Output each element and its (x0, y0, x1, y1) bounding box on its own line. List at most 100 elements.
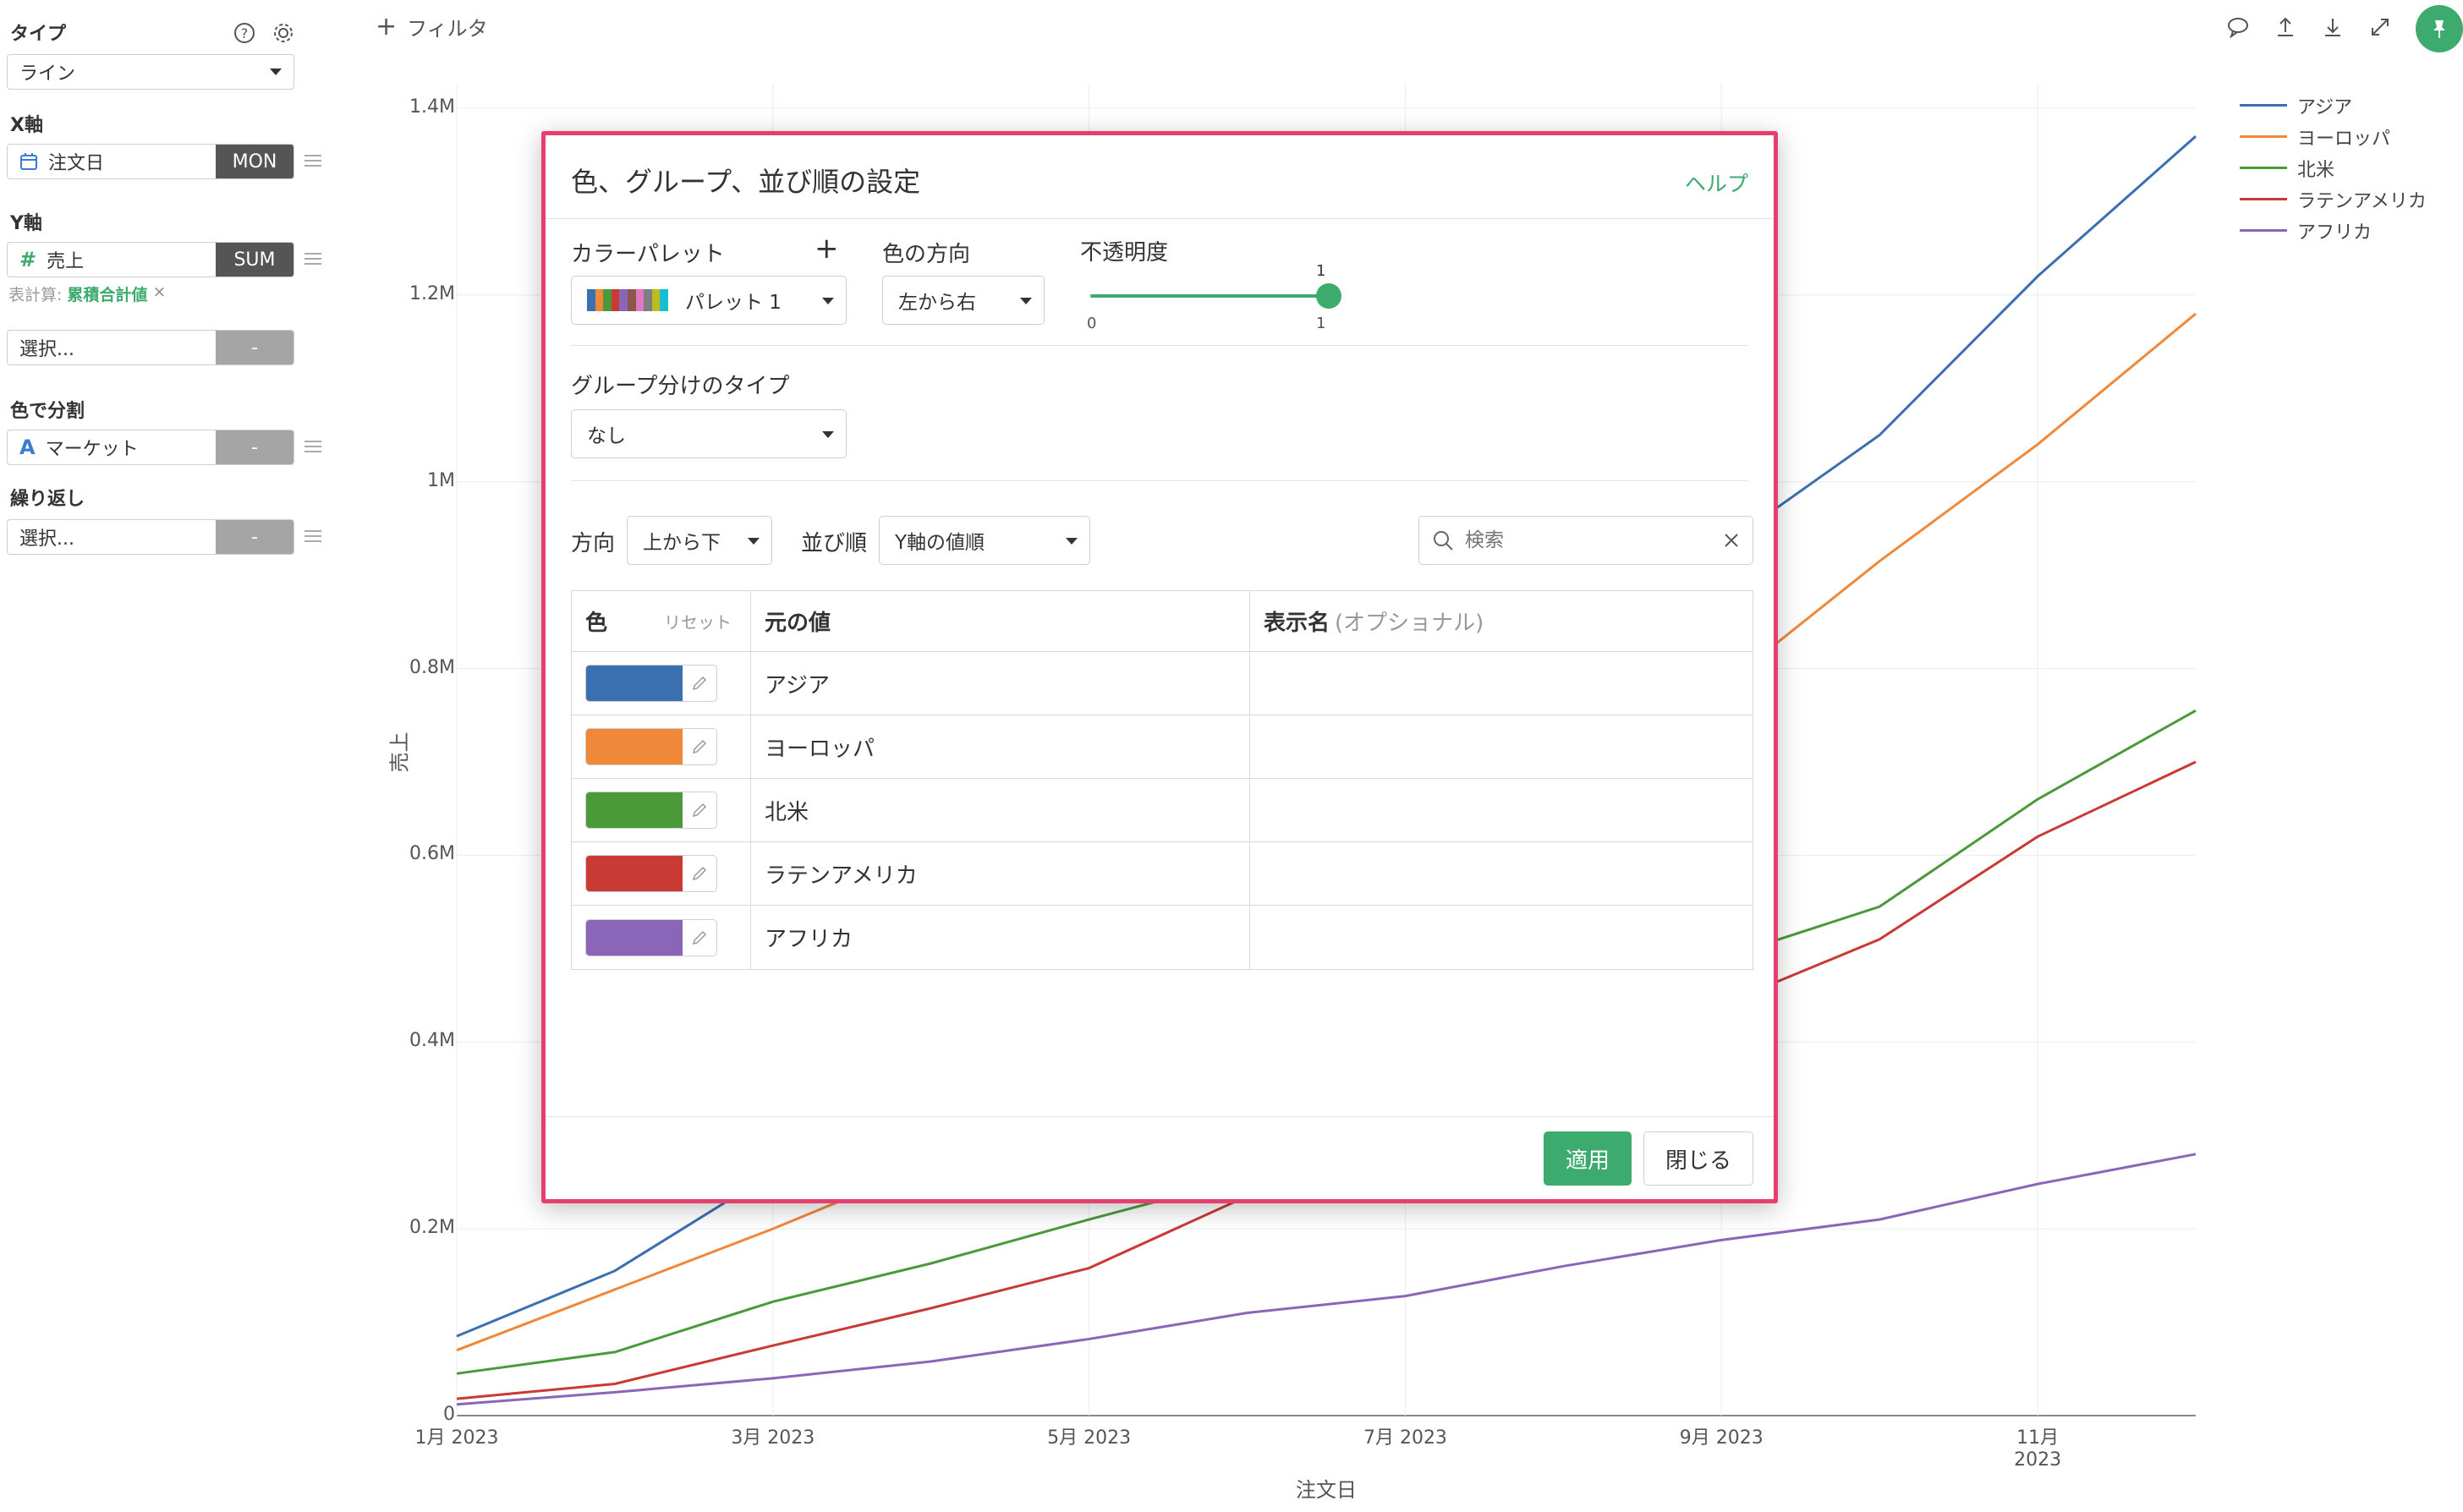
display-name-cell[interactable] (1250, 715, 1753, 778)
add-palette-button[interactable]: + (815, 232, 839, 266)
color-swatch-button[interactable] (585, 792, 717, 829)
color-swatch-button[interactable] (585, 728, 717, 765)
palette-strip-color (651, 289, 661, 311)
palette-strip-color (644, 289, 652, 311)
original-value: アジア (751, 652, 1250, 715)
legend-swatch (2240, 229, 2287, 232)
original-value: ラテンアメリカ (751, 842, 1250, 905)
y-tick-label: 0.2M (409, 1217, 455, 1239)
legend-swatch (2240, 104, 2287, 107)
palette-select[interactable]: パレット 1 (571, 276, 847, 325)
palette-label: カラーパレット (571, 242, 725, 267)
palette-strip (587, 289, 668, 311)
chart-legend: アジアヨーロッパ北米ラテンアメリカ アフリカ (2240, 90, 2427, 246)
original-value: 北米 (751, 779, 1250, 841)
group-type-value: なし (587, 425, 626, 447)
palette-strip-color (603, 289, 612, 311)
chevron-down-icon (1066, 538, 1078, 545)
legend-item[interactable]: ヨーロッパ (2240, 121, 2427, 152)
table-header: 色 リセット 元の値 表示名 (オプショナル) (572, 591, 1753, 652)
color-swatch-button[interactable] (585, 665, 717, 702)
x-tick-label: 9月 2023 (1679, 1427, 1764, 1449)
color-direction-select[interactable]: 左から右 (882, 276, 1045, 325)
legend-item[interactable]: 北米 (2240, 152, 2427, 184)
palette-strip-color (611, 289, 620, 311)
x-tick-label: 7月 2023 (1363, 1427, 1447, 1449)
color-direction-value: 左から右 (898, 292, 976, 314)
group-type-select[interactable]: なし (571, 409, 847, 458)
opacity-slider-thumb[interactable] (1316, 283, 1341, 309)
display-name-cell[interactable] (1250, 652, 1753, 715)
y-axis-title: 売上 (387, 731, 412, 773)
x-tick-label: 3月 2023 (731, 1427, 815, 1449)
chevron-down-icon (748, 538, 760, 545)
x-tick-label: 1月 2023 (414, 1427, 499, 1449)
eyedropper-icon[interactable] (683, 792, 716, 828)
table-row: ラテンアメリカ (572, 842, 1753, 906)
opacity-value: 1 (1316, 262, 1326, 280)
color-group-sort-dialog: 色、グループ、並び順の設定 ヘルプ カラーパレット + パレット 1 色の方向 … (541, 131, 1778, 1203)
palette-strip-color (619, 289, 628, 311)
display-column-header: 表示名 (1264, 611, 1330, 636)
group-type-label: グループ分けのタイプ (571, 374, 790, 399)
opacity-min: 0 (1087, 315, 1097, 332)
color-swatch-button[interactable] (585, 918, 717, 956)
search-icon (1434, 531, 1453, 551)
opacity-label: 不透明度 (1080, 240, 1169, 266)
legend-item[interactable]: アフリカ (2240, 215, 2427, 246)
reset-link[interactable]: リセット (664, 609, 732, 633)
legend-swatch (2240, 198, 2287, 200)
legend-swatch (2240, 135, 2287, 138)
footer-divider (546, 1116, 1774, 1117)
color-swatch-fill (586, 729, 683, 764)
palette-strip-color (660, 289, 668, 311)
apply-button[interactable]: 適用 (1544, 1131, 1632, 1186)
table-body: アジア ヨーロッパ 北米 ラテンアメリカ アフリカ (572, 652, 1753, 969)
display-name-cell[interactable] (1250, 842, 1753, 905)
help-link[interactable]: ヘルプ (1685, 167, 1748, 198)
color-swatch-fill (586, 919, 683, 956)
legend-swatch (2240, 167, 2287, 169)
eyedropper-icon[interactable] (683, 729, 716, 764)
legend-item[interactable]: ラテンアメリカ (2240, 184, 2427, 215)
section-divider (571, 345, 1748, 346)
y-tick-label: 1M (427, 469, 455, 491)
palette-value: パレット 1 (685, 292, 782, 314)
title-divider (546, 218, 1774, 219)
legend-label: ヨーロッパ (2297, 128, 2391, 150)
y-tick-label: 0.8M (409, 656, 455, 678)
table-row: 北米 (572, 779, 1753, 842)
color-swatch-button[interactable] (585, 855, 717, 892)
original-value: アフリカ (751, 906, 1250, 969)
color-mapping-table: 色 リセット 元の値 表示名 (オプショナル) アジア ヨーロッパ 北米 ラテンアメリ… (571, 590, 1753, 970)
search-box[interactable] (1418, 516, 1753, 565)
eyedropper-icon[interactable] (683, 666, 716, 701)
color-swatch-fill (586, 666, 683, 701)
display-name-cell[interactable] (1250, 779, 1753, 841)
table-row: アフリカ (572, 906, 1753, 969)
sort-select[interactable]: Y軸の値順 (879, 516, 1090, 565)
close-button[interactable]: 閉じる (1643, 1131, 1753, 1186)
chevron-down-icon (1020, 298, 1032, 304)
search-input[interactable] (1463, 529, 1722, 552)
opacity-slider-fill (1090, 294, 1329, 298)
y-tick-label: 1.4M (409, 96, 455, 118)
legend-label: アジア (2297, 96, 2353, 118)
orientation-select[interactable]: 上から下 (627, 516, 772, 565)
legend-label: アフリカ (2297, 222, 2372, 244)
legend-label: 北米 (2297, 159, 2335, 181)
clear-icon[interactable] (1722, 531, 1741, 550)
orientation-value: 上から下 (643, 532, 721, 554)
legend-item[interactable]: アジア (2240, 90, 2427, 121)
original-value: ヨーロッパ (751, 715, 1250, 778)
dialog-title: 色、グループ、並び順の設定 (571, 166, 921, 198)
chevron-down-icon (822, 431, 834, 438)
opacity-slider[interactable] (1090, 283, 1341, 309)
legend-label: ラテンアメリカ (2297, 190, 2427, 212)
palette-strip-color (635, 289, 645, 311)
eyedropper-icon[interactable] (683, 920, 716, 956)
eyedropper-icon[interactable] (683, 856, 716, 891)
section-divider (571, 480, 1748, 481)
display-name-cell[interactable] (1250, 906, 1753, 969)
table-row: ヨーロッパ (572, 715, 1753, 779)
